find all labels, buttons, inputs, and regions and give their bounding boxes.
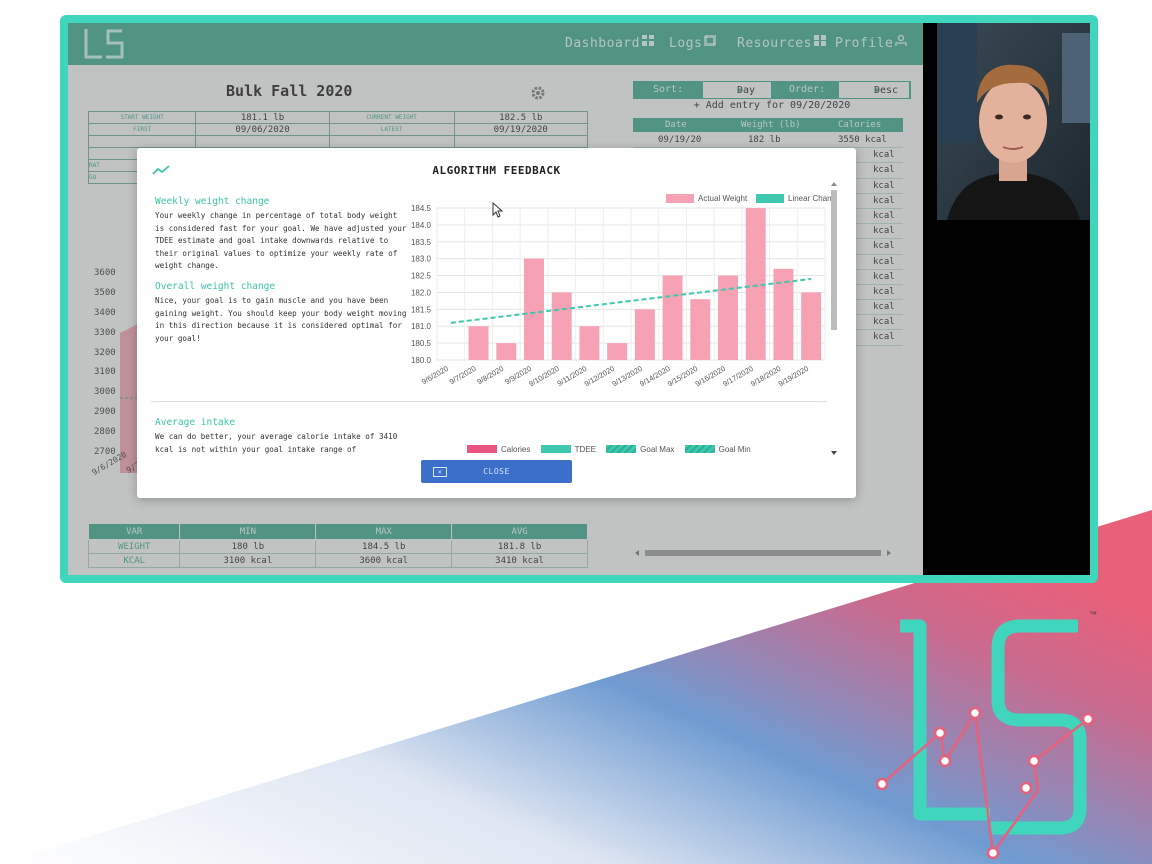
legend-swatch (540, 445, 571, 453)
x-tick-label: 9/19/2020 (777, 364, 810, 388)
legend-label: Goal Max (640, 445, 675, 454)
section-divider (151, 401, 827, 402)
bar-actual-weight (607, 343, 628, 360)
y-tick-label: 181.0 (411, 322, 432, 331)
bar-actual-weight (662, 275, 683, 360)
legend-item-calories[interactable]: Calories (467, 445, 530, 454)
x-tick-label: 9/8/2020 (475, 364, 505, 386)
y-tick-label: 184.0 (411, 221, 432, 230)
y-tick-label: 180.5 (411, 339, 432, 348)
algorithm-feedback-modal: ALGORITHM FEEDBACK Weekly weight change … (137, 148, 856, 498)
legend-swatch (467, 445, 497, 453)
x-tick-label: 9/10/2020 (527, 364, 560, 388)
bar-actual-weight (524, 258, 544, 360)
x-tick-label: 9/16/2020 (694, 364, 727, 388)
overall-change-text: Nice, your goal is to gain muscle and yo… (155, 296, 407, 343)
y-tick-label: 183.5 (411, 238, 432, 247)
x-tick-label: 9/12/2020 (583, 364, 616, 388)
legend-label: Calories (501, 445, 531, 454)
calories-chart-legend: Calories TDEE Goal Max Goal Min (467, 445, 759, 454)
x-tick-label: 9/14/2020 (638, 364, 671, 388)
bar-actual-weight (496, 343, 517, 360)
x-tick-label: 9/13/2020 (610, 364, 643, 388)
average-intake-heading: Average intake (155, 417, 236, 428)
legend-label-actual-weight: Actual Weight (698, 194, 748, 203)
y-tick-label: 183.0 (411, 255, 432, 264)
weight-chart: Actual Weight Linear Change 184.5 184.0 183.… (411, 194, 832, 388)
modal-vertical-scrollbar[interactable] (829, 180, 839, 457)
bar-actual-weight (801, 292, 822, 360)
x-tick-label: 9/18/2020 (749, 364, 782, 388)
y-tick-label: 181.5 (411, 305, 432, 314)
x-tick-label: 9/7/2020 (448, 364, 478, 386)
overall-change-heading: Overall weight change (155, 281, 276, 292)
legend-swatch-actual-weight (666, 194, 694, 203)
weekly-change-heading: Weekly weight change (155, 196, 270, 207)
legend-swatch (684, 445, 715, 453)
y-tick-label: 184.5 (411, 204, 432, 213)
average-intake-text: We can do better, your average calorie i… (155, 432, 398, 454)
bar-actual-weight (551, 292, 572, 360)
trademark-symbol: ™ (1089, 610, 1097, 619)
x-tick-label: 9/6/2020 (420, 364, 450, 386)
legend-label: Goal Min (718, 445, 751, 454)
legend-swatch (606, 445, 637, 453)
legend-label-linear-change: Linear Change (788, 194, 832, 203)
y-tick-label: 182.0 (411, 288, 432, 297)
legend-item-goal-max[interactable]: Goal Max (606, 445, 674, 454)
weekly-change-text: Your weekly change in percentage of tota… (155, 211, 407, 270)
close-button-label: CLOSE (483, 467, 510, 476)
webcam-person-image (937, 23, 1090, 220)
y-tick-label: 180.0 (411, 356, 432, 365)
x-tick-label: 9/11/2020 (556, 364, 589, 388)
bar-actual-weight (690, 299, 711, 360)
x-tick-label: 9/17/2020 (721, 364, 754, 388)
modal-title: ALGORITHM FEEDBACK (432, 164, 561, 177)
legend-item-goal-min[interactable]: Goal Min (684, 445, 751, 454)
close-button[interactable]: ✕ CLOSE (421, 460, 572, 483)
close-icon: ✕ (433, 467, 447, 477)
bar-actual-weight (718, 275, 738, 360)
ls-brand-logo (875, 619, 1095, 860)
mouse-cursor-icon (492, 202, 504, 218)
webcam-panel (923, 23, 1090, 575)
y-tick-label: 182.5 (411, 272, 432, 281)
legend-label: TDEE (574, 445, 596, 454)
legend-item-tdee[interactable]: TDEE (540, 445, 596, 454)
bar-actual-weight (579, 326, 600, 360)
bar-actual-weight (468, 326, 489, 360)
legend-swatch-linear-change (756, 194, 784, 203)
bar-actual-weight (634, 309, 655, 360)
x-tick-label: 9/15/2020 (666, 364, 699, 388)
